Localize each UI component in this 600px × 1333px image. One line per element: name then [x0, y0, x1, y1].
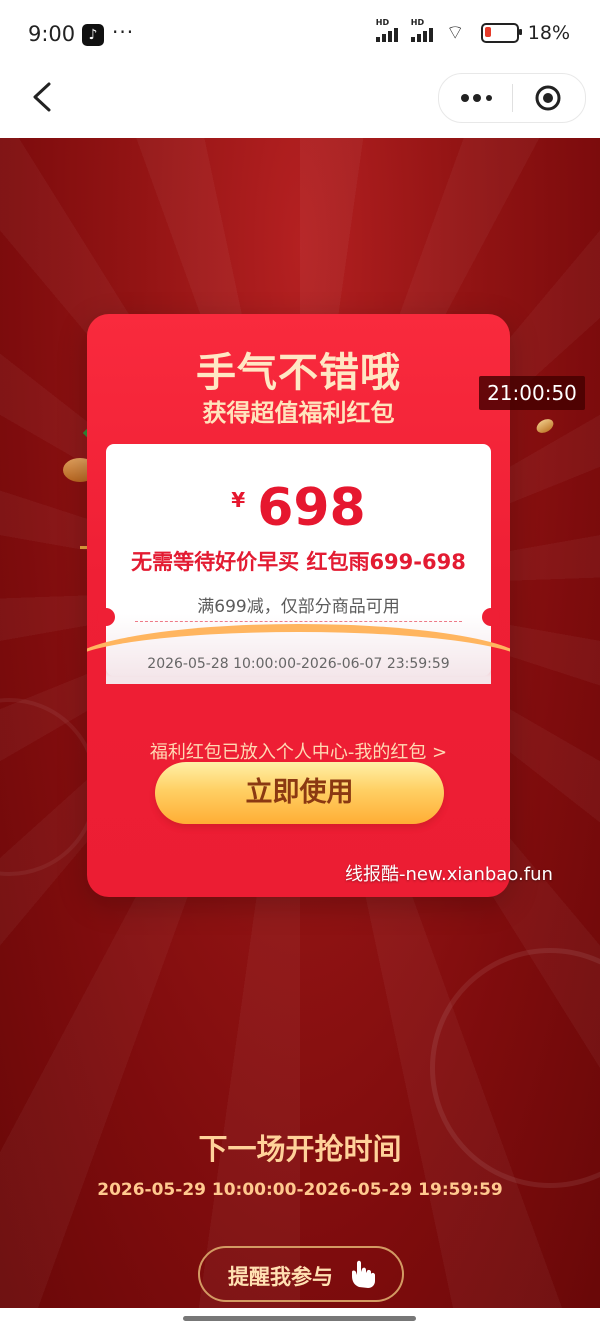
more-dots-icon[interactable] — [460, 92, 494, 104]
card-title: 手气不错哦 — [196, 350, 401, 396]
wifi-icon: ⌔ — [445, 20, 465, 44]
use-now-button[interactable]: 立即使用 — [155, 762, 444, 824]
signal-icon: HD — [375, 18, 402, 42]
chevron-left-icon[interactable] — [27, 80, 61, 114]
coupon-name: 无需等待好价早买 红包雨699-698 — [131, 550, 466, 574]
wallet-notice-link[interactable]: 福利红包已放入个人中心-我的红包 > — [87, 738, 510, 764]
currency-symbol: ¥ — [231, 488, 246, 512]
next-round-time: 2026-05-29 10:00:00-2026-05-29 19:59:59 — [97, 1180, 503, 1200]
remind-me-button[interactable]: 提醒我参与 — [198, 1246, 404, 1302]
tiktok-icon: ♪ — [82, 24, 104, 46]
video-timestamp: 21:00:50 — [479, 376, 585, 410]
red-envelope-page: 手气不错哦 获得超值福利红包 ¥698 无需等待好价早买 红包雨699-698 … — [0, 138, 600, 1308]
ticket-divider — [135, 621, 462, 622]
amount-value: 698 — [257, 478, 366, 538]
remind-me-label: 提醒我参与 — [228, 1265, 333, 1289]
coupon-amount: ¥698 — [106, 478, 491, 538]
battery-percent: 18% — [527, 22, 570, 44]
red-envelope-card: 手气不错哦 获得超值福利红包 ¥698 无需等待好价早买 红包雨699-698 … — [87, 314, 510, 897]
mini-program-capsule — [438, 73, 586, 123]
notification-more-icon: ··· — [112, 20, 135, 44]
status-indicators: HD HD ⌔ 18% — [375, 18, 570, 44]
signal-icon: HD — [410, 18, 437, 42]
next-round-title: 下一场开抢时间 — [198, 1132, 402, 1166]
ticket-notch-right — [482, 608, 500, 626]
status-time: 9:00 — [28, 22, 76, 46]
status-bar: 9:00 ♪ ··· HD HD ⌔ 18% — [0, 0, 600, 72]
home-indicator[interactable] — [183, 1316, 416, 1321]
target-circle-icon[interactable] — [535, 85, 561, 111]
hd-label: HD — [410, 18, 425, 27]
battery-level — [484, 27, 491, 37]
source-watermark: 线报酷-new.xianbao.fun — [345, 864, 553, 885]
capsule-divider — [512, 84, 513, 112]
card-subtitle: 获得超值福利红包 — [202, 399, 395, 427]
coupon-condition: 满699减，仅部分商品可用 — [197, 597, 400, 617]
envelope-gold-arc — [87, 624, 510, 704]
tap-hand-icon — [352, 1260, 375, 1288]
hd-label: HD — [375, 18, 390, 27]
ticket-notch-left — [97, 608, 115, 626]
battery-icon — [480, 23, 522, 43]
